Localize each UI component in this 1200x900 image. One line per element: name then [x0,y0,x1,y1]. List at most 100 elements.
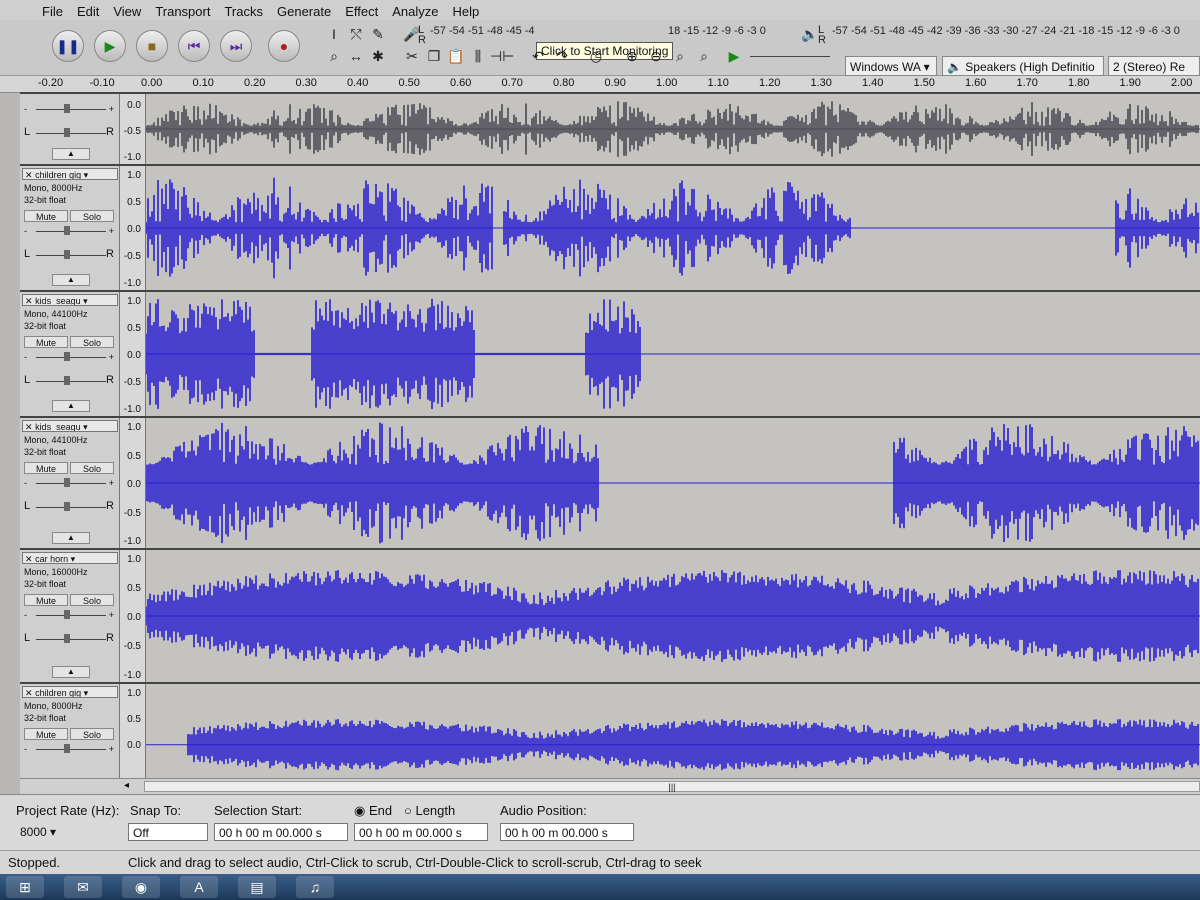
menu-view[interactable]: View [113,4,141,19]
waveform[interactable] [146,166,1200,290]
menu-help[interactable]: Help [452,4,479,19]
scrollbar-thumb[interactable]: ||| [144,781,1200,792]
mute-button[interactable]: Mute [24,594,68,606]
project-rate-select[interactable]: 8000 ▾ [16,823,106,841]
selection-start-field[interactable]: 00 h 00 m 00.000 s [214,823,348,841]
collapse-track-button[interactable]: ▲ [52,274,90,286]
audio-track[interactable]: ✕ kids_seagu ▾ Mono, 44100Hz 32-bit float M… [20,416,1200,548]
chrome-icon[interactable]: ◉ [122,876,160,898]
end-radio[interactable]: ◉ End [354,803,392,819]
audio-track[interactable]: ✕ car horn ▾ Mono, 16000Hz 32-bit float Mut… [20,548,1200,682]
trim-button[interactable]: ⫼ [468,46,488,66]
track-name-menu[interactable]: ✕ car horn ▾ [22,552,118,564]
redo-button[interactable]: ↷ [552,46,572,66]
windows-start-icon[interactable]: ⊞ [6,876,44,898]
menu-transport[interactable]: Transport [155,4,210,19]
scrollbar-left-arrow[interactable]: ◂ [124,780,129,791]
pause-button[interactable]: ❚❚ [52,30,84,62]
zoom-tool[interactable]: ⌕ [324,46,344,66]
menu-file[interactable]: File [42,4,63,19]
amplitude-scale[interactable]: 1.0 0.5 0.0 -0.5 -1.0 [120,166,146,290]
record-meter-scale-right[interactable]: 18 -15 -12 -9 -6 -3 0 [668,25,766,37]
fit-project-button[interactable]: ⌕ [694,46,714,66]
paste-button[interactable]: 📋 [446,46,466,66]
copy-button[interactable]: ❐ [424,46,444,66]
acrobat-icon[interactable]: A [180,876,218,898]
playback-meter-scale[interactable]: -57 -54 -51 -48 -45 -42 -39 -36 -33 -30 … [832,25,1180,37]
amplitude-scale[interactable]: 1.0 0.5 0.0 -0.5 -1.0 [120,550,146,682]
gain-slider[interactable]: - + [24,226,114,236]
solo-button[interactable]: Solo [70,336,114,348]
play-button[interactable]: ▶ [94,30,126,62]
channels-select[interactable]: 2 (Stereo) Re [1108,56,1200,76]
files-icon[interactable]: ▤ [238,876,276,898]
pan-slider[interactable]: LR [24,248,114,260]
amplitude-scale[interactable]: 1.0 0.5 0.0 -0.5 -1.0 [120,292,146,416]
track-name-menu[interactable]: ✕ kids_seagu ▾ [22,420,118,432]
track-name-menu[interactable]: ✕ kids_seagu ▾ [22,294,118,306]
record-button[interactable]: ● [268,30,300,62]
mute-button[interactable]: Mute [24,728,68,740]
horizontal-scrollbar[interactable]: ◂ ||| [20,778,1200,794]
selection-tool[interactable]: I [324,24,344,44]
snap-to-select[interactable]: Off [128,823,208,841]
waveform[interactable] [146,550,1200,682]
waveform[interactable] [146,94,1200,164]
amplitude-scale[interactable]: 1.0 0.5 0.0 -0.5 -1.0 [120,418,146,548]
collapse-track-button[interactable]: ▲ [52,532,90,544]
menu-generate[interactable]: Generate [277,4,331,19]
track-name-menu[interactable]: ✕ children gig ▾ [22,168,118,180]
stop-button[interactable]: ■ [136,30,168,62]
menu-effect[interactable]: Effect [345,4,378,19]
time-shift-tool[interactable]: ↔ [346,46,366,66]
mute-button[interactable]: Mute [24,462,68,474]
solo-button[interactable]: Solo [70,462,114,474]
waveform-area[interactable] [146,684,1200,778]
audio-host-select[interactable]: Windows WA ▾ [845,56,937,76]
mute-button[interactable]: Mute [24,336,68,348]
close-icon[interactable]: ✕ [25,688,33,697]
audio-track[interactable]: ✕ children gig ▾ Mono, 8000Hz 32-bit float… [20,164,1200,290]
waveform-area[interactable] [146,166,1200,290]
close-icon[interactable]: ✕ [25,422,33,431]
solo-button[interactable]: Solo [70,594,114,606]
sync-lock-button[interactable]: ◷ [586,46,606,66]
waveform-area[interactable] [146,418,1200,548]
envelope-tool[interactable]: ⤲ [346,24,366,44]
solo-button[interactable]: Solo [70,210,114,222]
gain-slider[interactable]: - + [24,610,114,620]
amplitude-scale[interactable]: 0.0 -0.5 -1.0 [120,94,146,164]
menu-tracks[interactable]: Tracks [224,4,263,19]
play-at-speed-button[interactable]: ▶ [724,46,744,66]
outlook-icon[interactable]: ✉ [64,876,102,898]
skip-to-start-button[interactable]: ⏮ [178,30,210,62]
waveform[interactable] [146,292,1200,416]
pan-slider[interactable]: LR [24,374,114,386]
gain-slider[interactable]: - + [24,478,114,488]
audio-position-field[interactable]: 00 h 00 m 00.000 s [500,823,634,841]
silence-button[interactable]: ⊣⊢ [490,46,514,66]
waveform[interactable] [146,684,1200,778]
audacity-icon[interactable]: ♫ [296,876,334,898]
close-icon[interactable]: ✕ [25,296,33,305]
waveform-area[interactable] [146,292,1200,416]
waveform-area[interactable] [146,94,1200,164]
gain-slider[interactable]: - + [24,104,114,114]
skip-to-end-button[interactable]: ⏭ [220,30,252,62]
play-speed-slider[interactable] [750,56,830,57]
collapse-track-button[interactable]: ▲ [52,400,90,412]
menu-edit[interactable]: Edit [77,4,99,19]
pan-slider[interactable]: LR [24,632,114,644]
gain-slider[interactable]: - + [24,744,114,754]
collapse-track-button[interactable]: ▲ [52,666,90,678]
gain-slider[interactable]: - + [24,352,114,362]
audio-track[interactable]: - + L R ▲ 0.0 -0.5 -1.0 [20,92,1200,164]
selection-end-field[interactable]: 00 h 00 m 00.000 s [354,823,488,841]
waveform-area[interactable] [146,550,1200,682]
amplitude-scale[interactable]: 1.0 0.5 0.0 [120,684,146,778]
draw-tool[interactable]: ✎ [368,24,388,44]
record-meter-scale[interactable]: -57 -54 -51 -48 -45 -4 [430,25,535,37]
track-name-menu[interactable]: ✕ children gig ▾ [22,686,118,698]
waveform[interactable] [146,418,1200,548]
close-icon[interactable]: ✕ [25,170,33,179]
